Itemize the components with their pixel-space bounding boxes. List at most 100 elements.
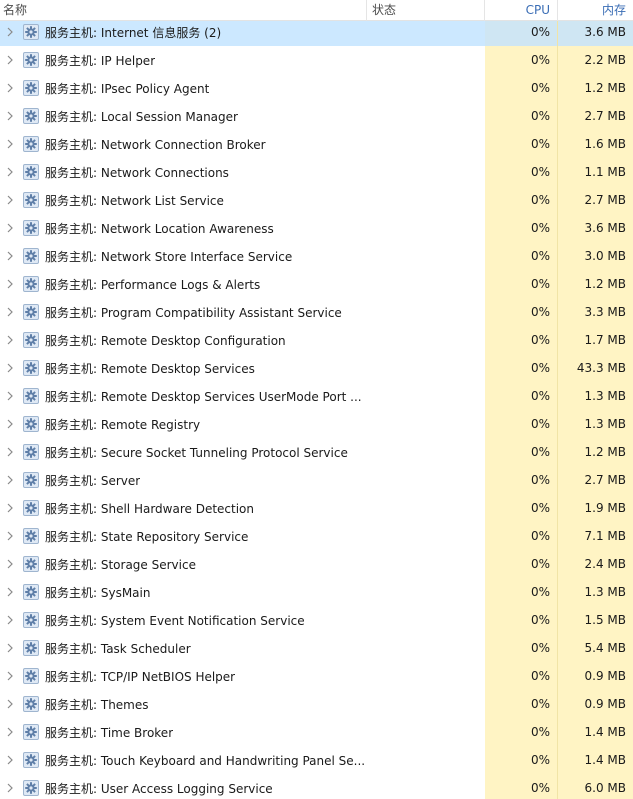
chevron-right-icon[interactable]	[3, 690, 17, 718]
table-row[interactable]: 服务主机: Time Broker 0% 1.4 MB	[0, 718, 633, 746]
table-row[interactable]: 服务主机: Storage Service 0% 2.4 MB	[0, 550, 633, 578]
table-row[interactable]: 服务主机: Internet 信息服务 (2) 0% 3.6 MB	[0, 18, 633, 46]
chevron-right-icon[interactable]	[3, 774, 17, 799]
status-cell	[367, 354, 485, 382]
name-cell: 服务主机: Touch Keyboard and Handwriting Pan…	[0, 746, 367, 774]
column-header-cpu[interactable]: CPU	[485, 0, 558, 21]
gear-icon	[23, 752, 39, 768]
gear-icon	[23, 192, 39, 208]
gear-icon	[23, 276, 39, 292]
table-row[interactable]: 服务主机: Remote Registry 0% 1.3 MB	[0, 410, 633, 438]
status-cell	[367, 158, 485, 186]
gear-icon	[23, 640, 39, 656]
gear-icon	[23, 444, 39, 460]
chevron-right-icon[interactable]	[3, 550, 17, 578]
table-row[interactable]: 服务主机: IPsec Policy Agent 0% 1.2 MB	[0, 74, 633, 102]
gear-icon	[23, 24, 39, 40]
table-row[interactable]: 服务主机: Shell Hardware Detection 0% 1.9 MB	[0, 494, 633, 522]
chevron-right-icon[interactable]	[3, 634, 17, 662]
process-name: 服务主机: Network Connections	[45, 165, 229, 180]
chevron-right-icon[interactable]	[3, 186, 17, 214]
table-row[interactable]: 服务主机: Remote Desktop Configuration 0% 1.7 …	[0, 326, 633, 354]
chevron-right-icon[interactable]	[3, 46, 17, 74]
memory-cell: 1.9 MB	[558, 494, 633, 522]
table-row[interactable]: 服务主机: Network Connection Broker 0% 1.6 MB	[0, 130, 633, 158]
table-row[interactable]: 服务主机: SysMain 0% 1.3 MB	[0, 578, 633, 606]
name-cell: 服务主机: Storage Service	[0, 550, 367, 578]
chevron-right-icon[interactable]	[3, 74, 17, 102]
cpu-cell: 0%	[485, 718, 558, 746]
gear-icon	[23, 360, 39, 376]
chevron-right-icon[interactable]	[3, 438, 17, 466]
chevron-right-icon[interactable]	[3, 494, 17, 522]
table-row[interactable]: 服务主机: Network Connections 0% 1.1 MB	[0, 158, 633, 186]
status-cell	[367, 550, 485, 578]
table-row[interactable]: 服务主机: Network Location Awareness 0% 3.6 MB	[0, 214, 633, 242]
column-header-name[interactable]: 名称	[0, 0, 367, 21]
chevron-right-icon[interactable]	[3, 606, 17, 634]
table-row[interactable]: 服务主机: Secure Socket Tunneling Protocol S…	[0, 438, 633, 466]
table-row[interactable]: 服务主机: Performance Logs & Alerts 0% 1.2 MB	[0, 270, 633, 298]
table-row[interactable]: 服务主机: TCP/IP NetBIOS Helper 0% 0.9 MB	[0, 662, 633, 690]
table-row[interactable]: 服务主机: Network Store Interface Service 0% 3…	[0, 242, 633, 270]
memory-cell: 0.9 MB	[558, 662, 633, 690]
cpu-cell: 0%	[485, 102, 558, 130]
chevron-right-icon[interactable]	[3, 214, 17, 242]
status-cell	[367, 718, 485, 746]
process-table-body: 服务主机: Internet 信息服务 (2) 0% 3.6 MB 服务主机: IP …	[0, 18, 633, 799]
table-row[interactable]: 服务主机: Remote Desktop Services 0% 43.3 MB	[0, 354, 633, 382]
memory-cell: 1.3 MB	[558, 578, 633, 606]
chevron-right-icon[interactable]	[3, 662, 17, 690]
gear-icon	[23, 388, 39, 404]
name-cell: 服务主机: Network Store Interface Service	[0, 242, 367, 270]
table-row[interactable]: 服务主机: Remote Desktop Services UserMode P…	[0, 382, 633, 410]
chevron-right-icon[interactable]	[3, 382, 17, 410]
process-name: 服务主机: Remote Desktop Configuration	[45, 333, 286, 348]
table-row[interactable]: 服务主机: Touch Keyboard and Handwriting Pan…	[0, 746, 633, 774]
chevron-right-icon[interactable]	[3, 326, 17, 354]
chevron-right-icon[interactable]	[3, 298, 17, 326]
table-row[interactable]: 服务主机: Task Scheduler 0% 5.4 MB	[0, 634, 633, 662]
table-row[interactable]: 服务主机: IP Helper 0% 2.2 MB	[0, 46, 633, 74]
process-name: 服务主机: Network Location Awareness	[45, 221, 274, 236]
chevron-right-icon[interactable]	[3, 410, 17, 438]
table-row[interactable]: 服务主机: Local Session Manager 0% 2.7 MB	[0, 102, 633, 130]
table-row[interactable]: 服务主机: Program Compatibility Assistant Se…	[0, 298, 633, 326]
gear-icon	[23, 136, 39, 152]
process-name: 服务主机: SysMain	[45, 585, 151, 600]
chevron-right-icon[interactable]	[3, 354, 17, 382]
chevron-right-icon[interactable]	[3, 270, 17, 298]
chevron-right-icon[interactable]	[3, 158, 17, 186]
chevron-right-icon[interactable]	[3, 718, 17, 746]
table-row[interactable]: 服务主机: Network List Service 0% 2.7 MB	[0, 186, 633, 214]
process-name: 服务主机: Performance Logs & Alerts	[45, 277, 261, 292]
name-cell: 服务主机: Program Compatibility Assistant Se…	[0, 298, 367, 326]
name-cell: 服务主机: Internet 信息服务 (2)	[0, 18, 367, 46]
chevron-right-icon[interactable]	[3, 746, 17, 774]
chevron-right-icon[interactable]	[3, 130, 17, 158]
chevron-right-icon[interactable]	[3, 242, 17, 270]
chevron-right-icon[interactable]	[3, 522, 17, 550]
table-row[interactable]: 服务主机: Server 0% 2.7 MB	[0, 466, 633, 494]
cpu-cell: 0%	[485, 578, 558, 606]
column-header-status[interactable]: 状态	[367, 0, 485, 21]
cpu-cell: 0%	[485, 214, 558, 242]
memory-cell: 3.6 MB	[558, 18, 633, 46]
status-cell	[367, 298, 485, 326]
table-row[interactable]: 服务主机: User Access Logging Service 0% 6.0 M…	[0, 774, 633, 799]
cpu-cell: 0%	[485, 326, 558, 354]
column-header-memory[interactable]: 内存	[558, 0, 633, 21]
gear-icon	[23, 416, 39, 432]
chevron-right-icon[interactable]	[3, 578, 17, 606]
cpu-cell: 0%	[485, 354, 558, 382]
chevron-right-icon[interactable]	[3, 18, 17, 46]
chevron-right-icon[interactable]	[3, 102, 17, 130]
table-row[interactable]: 服务主机: Themes 0% 0.9 MB	[0, 690, 633, 718]
name-cell: 服务主机: Performance Logs & Alerts	[0, 270, 367, 298]
memory-cell: 1.5 MB	[558, 606, 633, 634]
table-row[interactable]: 服务主机: State Repository Service 0% 7.1 MB	[0, 522, 633, 550]
chevron-right-icon[interactable]	[3, 466, 17, 494]
table-row[interactable]: 服务主机: System Event Notification Service 0…	[0, 606, 633, 634]
memory-cell: 43.3 MB	[558, 354, 633, 382]
status-cell	[367, 326, 485, 354]
